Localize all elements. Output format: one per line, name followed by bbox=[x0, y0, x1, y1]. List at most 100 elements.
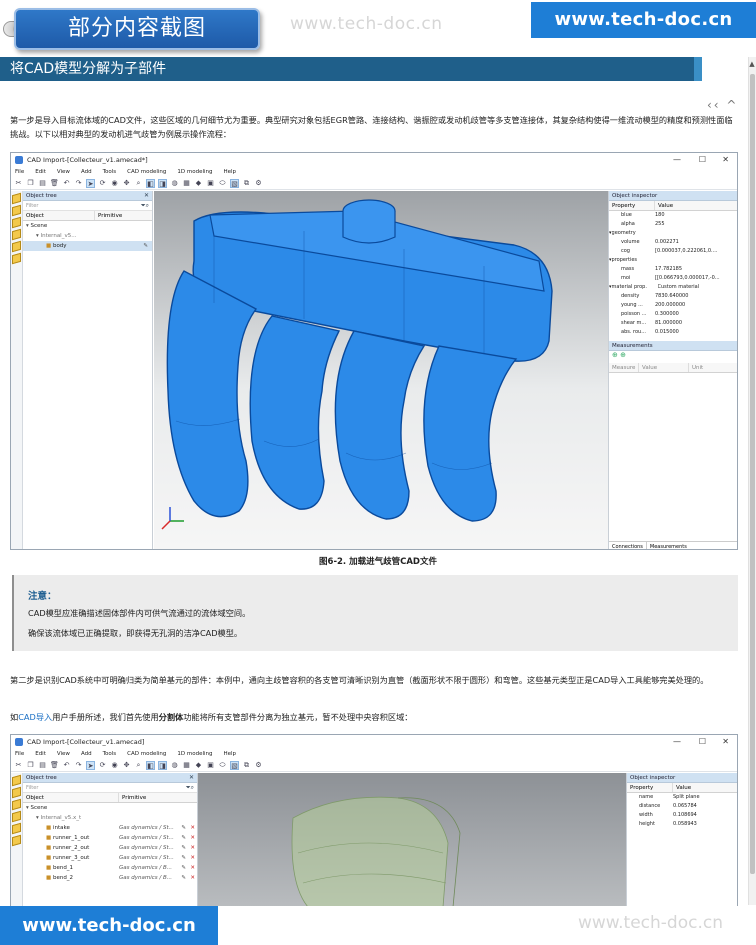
tree-row[interactable]: ■ runner_3_out Gas dynamics / St... ✎ ✕ bbox=[23, 853, 197, 863]
delete-icon[interactable]: 🗑 bbox=[50, 179, 59, 188]
diamond-icon-2[interactable]: ◆ bbox=[194, 761, 203, 770]
3d-viewport-2[interactable] bbox=[198, 773, 626, 906]
cube-shaded-icon[interactable]: ◨ bbox=[158, 178, 167, 188]
rotate-icon[interactable]: ⟳ bbox=[98, 179, 107, 188]
filter-input-2[interactable]: Filter bbox=[26, 785, 38, 791]
copy-icon[interactable]: ❐ bbox=[26, 179, 35, 188]
primitive-box-icon-2[interactable] bbox=[12, 834, 21, 847]
inspector-value[interactable]: 0.058943 bbox=[673, 820, 737, 829]
tab-measurements[interactable]: Measurements bbox=[646, 542, 690, 549]
tree-row[interactable]: ▾ Internal_v5... bbox=[23, 231, 152, 241]
nav-controls[interactable]: ‹‹ ^ bbox=[707, 98, 738, 112]
tree-row[interactable]: ■ runner_1_out Gas dynamics / St... ✎ ✕ bbox=[23, 833, 197, 843]
delete-x-icon[interactable]: ✕ bbox=[190, 833, 195, 843]
undo-icon[interactable]: ↶ bbox=[62, 179, 71, 188]
close-icon-2[interactable]: ✕ bbox=[722, 735, 729, 749]
menu-item-edit[interactable]: Edit bbox=[35, 169, 46, 175]
menu-item-1d-modeling[interactable]: 1D modeling bbox=[177, 169, 212, 175]
cube-shaded-icon-2[interactable]: ◨ bbox=[158, 760, 167, 770]
menu-item-edit[interactable]: Edit bbox=[35, 751, 46, 757]
tree-row[interactable]: ■ intake Gas dynamics / St... ✎ ✕ bbox=[23, 823, 197, 833]
brand-link-top[interactable]: www.tech-doc.cn bbox=[531, 2, 756, 38]
delete-x-icon[interactable]: ✕ bbox=[190, 843, 195, 853]
scissors-icon-2[interactable]: ✂ bbox=[14, 761, 23, 770]
redo-icon-2[interactable]: ↷ bbox=[74, 761, 83, 770]
grid-icon-2[interactable]: ▦ bbox=[182, 761, 191, 770]
inspector-value[interactable]: 180 bbox=[655, 211, 737, 220]
minimize-icon[interactable]: — bbox=[673, 153, 681, 167]
primitive-volume-icon-2[interactable] bbox=[12, 798, 21, 811]
zoom-icon[interactable]: ⌕ bbox=[134, 179, 143, 188]
brand-link-bottom[interactable]: www.tech-doc.cn bbox=[0, 906, 218, 945]
save-icon-2[interactable]: ▣ bbox=[206, 761, 215, 770]
menu-item-tools[interactable]: Tools bbox=[103, 169, 117, 175]
inspector-value[interactable]: [[0.066793,0.000017,-0... bbox=[655, 274, 737, 283]
paste-icon[interactable]: ▤ bbox=[38, 179, 47, 188]
undo-icon-2[interactable]: ↶ bbox=[62, 761, 71, 770]
minimize-icon-2[interactable]: — bbox=[673, 735, 681, 749]
inspector-value[interactable]: 0.015000 bbox=[655, 328, 737, 337]
inspector-value[interactable]: 255 bbox=[655, 220, 737, 229]
delete-x-icon[interactable]: ✕ bbox=[190, 823, 195, 833]
column-primitive-2[interactable]: Primitive bbox=[119, 793, 197, 802]
inspector-value[interactable]: 0.065784 bbox=[673, 802, 737, 811]
maximize-icon-2[interactable]: ☐ bbox=[699, 735, 706, 749]
inspector-value[interactable]: 0.300000 bbox=[655, 310, 737, 319]
edit-pencil-icon[interactable]: ✎ bbox=[181, 823, 186, 833]
rotate-icon-2[interactable]: ⟳ bbox=[98, 761, 107, 770]
diamond-icon[interactable]: ◆ bbox=[194, 179, 203, 188]
panel-close-icon[interactable]: ✕ bbox=[144, 191, 149, 201]
primitive-pipe-icon[interactable] bbox=[12, 192, 21, 205]
inspector-value[interactable]: 17.782185 bbox=[655, 265, 737, 274]
settings-icon[interactable]: ⚙ bbox=[254, 179, 263, 188]
grid-icon[interactable]: ▦ bbox=[182, 179, 191, 188]
primitive-box-icon[interactable] bbox=[12, 252, 21, 265]
filter-input[interactable]: Filter bbox=[26, 203, 38, 209]
menu-item-file[interactable]: File bbox=[15, 169, 24, 175]
tree-row[interactable]: ▾ Internal_v5.x_t bbox=[23, 813, 197, 823]
menu-item-tools[interactable]: Tools bbox=[103, 751, 117, 757]
tree-row[interactable]: ▾ Scene bbox=[23, 803, 197, 813]
primitive-volume-icon[interactable] bbox=[12, 216, 21, 229]
cad-import-link[interactable]: CAD导入 bbox=[18, 712, 52, 722]
inspector-value[interactable]: 200.000000 bbox=[655, 301, 737, 310]
menu-item-view[interactable]: View bbox=[57, 751, 70, 757]
primitive-bend-icon[interactable] bbox=[12, 204, 21, 217]
inspector-value[interactable]: Split plane bbox=[673, 793, 737, 802]
menu-item-help[interactable]: Help bbox=[224, 751, 237, 757]
maximize-icon[interactable]: ☐ bbox=[699, 153, 706, 167]
zoom-icon-2[interactable]: ⌕ bbox=[134, 761, 143, 770]
menu-item-add[interactable]: Add bbox=[81, 169, 92, 175]
orbit-icon-2[interactable]: ◉ bbox=[110, 761, 119, 770]
delete-x-icon[interactable]: ✕ bbox=[190, 853, 195, 863]
color-icon-2[interactable]: ◍ bbox=[170, 761, 179, 770]
inspector-value[interactable]: 7830.640000 bbox=[655, 292, 737, 301]
settings-icon-2[interactable]: ⚙ bbox=[254, 761, 263, 770]
inspector-value[interactable]: 81.000000 bbox=[655, 319, 737, 328]
edit-pencil-icon[interactable]: ✎ bbox=[181, 843, 186, 853]
column-object-2[interactable]: Object bbox=[23, 793, 119, 802]
menu-item-cad-modeling[interactable]: CAD modeling bbox=[127, 169, 166, 175]
menu-item-view[interactable]: View bbox=[57, 169, 70, 175]
menu-item-help[interactable]: Help bbox=[224, 169, 237, 175]
delete-x-icon[interactable]: ✕ bbox=[190, 863, 195, 873]
primitive-junction-icon-2[interactable] bbox=[12, 810, 21, 823]
inspector-value[interactable] bbox=[658, 256, 737, 265]
edit-pencil-icon[interactable]: ✎ bbox=[181, 863, 186, 873]
3d-viewport[interactable] bbox=[154, 191, 608, 549]
scrollbar-thumb[interactable] bbox=[750, 74, 755, 874]
column-object[interactable]: Object bbox=[23, 211, 95, 220]
inspector-value[interactable] bbox=[658, 229, 737, 238]
inspector-value[interactable]: 0.108694 bbox=[673, 811, 737, 820]
pan-icon-2[interactable]: ✥ bbox=[122, 761, 131, 770]
edit-pencil-icon[interactable]: ✎ bbox=[181, 873, 186, 883]
menu-item-cad-modeling[interactable]: CAD modeling bbox=[127, 751, 166, 757]
inspector-value[interactable]: [0.000037,0.222061,0.... bbox=[655, 247, 737, 256]
tree-row[interactable]: ■ body ✎ bbox=[23, 241, 152, 251]
primitive-pipe-icon-2[interactable] bbox=[12, 774, 21, 787]
measure-tools[interactable]: ⊕ ⊕ bbox=[609, 351, 737, 363]
tree-row[interactable]: ■ bend_1 Gas dynamics / B... ✎ ✕ bbox=[23, 863, 197, 873]
primitive-tee-icon-2[interactable] bbox=[12, 822, 21, 835]
primitive-bend-icon-2[interactable] bbox=[12, 786, 21, 799]
delete-icon-2[interactable]: 🗑 bbox=[50, 761, 59, 770]
